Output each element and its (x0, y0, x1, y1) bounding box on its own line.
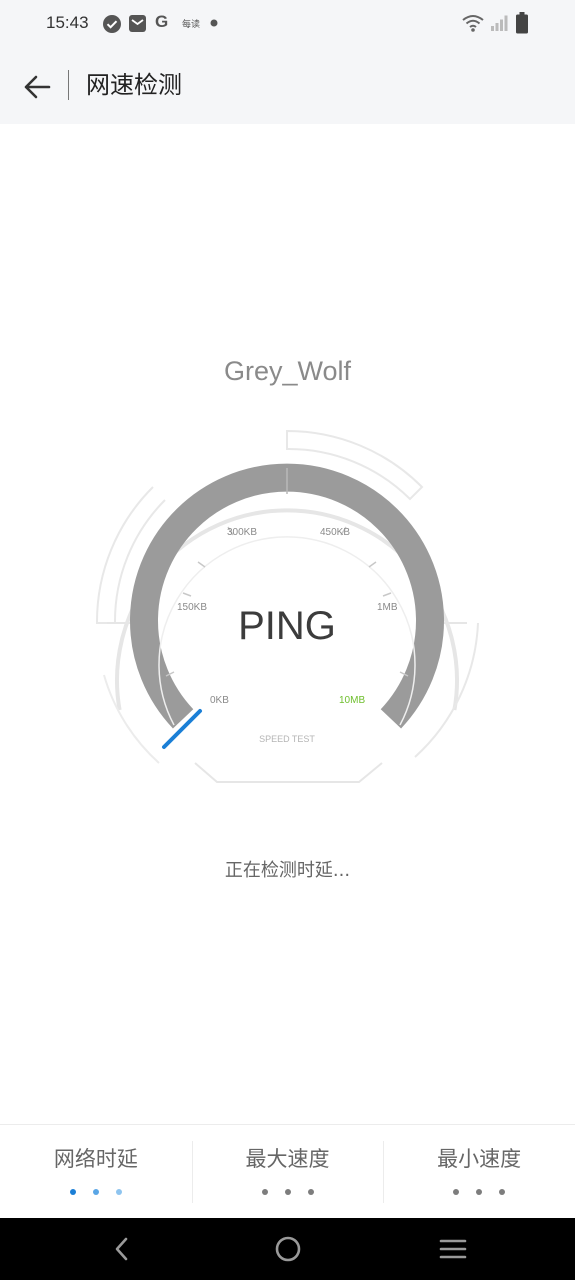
progress-dot (453, 1189, 460, 1195)
gauge-caption: SPEED TEST (259, 734, 315, 744)
progress-dot (284, 1189, 291, 1195)
recents-nav-icon (439, 1239, 467, 1259)
tick-label-450kb: 450KB (320, 527, 350, 538)
tick-label-10mb: 10MB (339, 695, 365, 706)
title-divider (68, 70, 69, 100)
progress-dot (499, 1189, 506, 1195)
status-bar: 15:43 G 每读 (0, 0, 575, 50)
speed-gauge: 0KB 150KB 300KB 450KB 1MB 10MB PING SPEE… (95, 429, 479, 783)
tab-progress-dots (0, 1189, 192, 1195)
tick-label-0kb: 0KB (210, 695, 229, 706)
home-nav-icon (275, 1236, 301, 1262)
back-nav-icon (115, 1237, 128, 1261)
tab-label: 最大速度 (245, 1147, 330, 1171)
nav-back-button[interactable] (97, 1230, 147, 1268)
progress-dot (307, 1189, 314, 1195)
status-time: 15:43 (46, 13, 89, 32)
network-name: Grey_Wolf (223, 356, 352, 386)
mail-icon (129, 15, 146, 32)
tab-label: 网络时延 (53, 1147, 138, 1171)
progress-dot (261, 1189, 268, 1195)
progress-dot (476, 1189, 483, 1195)
tick-label-300kb: 300KB (227, 527, 257, 538)
app-bar: 网速检测 (0, 50, 575, 124)
bottom-tabs: 网络时延 最大速度 最小速度 (0, 1124, 575, 1218)
wifi-icon (462, 15, 484, 32)
gauge-bottom-frame (194, 762, 383, 783)
arrow-left-icon (24, 75, 51, 99)
tick-label-150kb: 150KB (177, 602, 207, 613)
tab-min-speed[interactable]: 最小速度 (383, 1125, 575, 1218)
tab-progress-dots (192, 1189, 384, 1195)
progress-dot (69, 1189, 76, 1195)
tab-progress-dots (383, 1189, 575, 1195)
progress-dot (115, 1189, 122, 1195)
page-title: 网速检测 (86, 71, 182, 99)
tab-max-speed[interactable]: 最大速度 (191, 1125, 384, 1218)
tab-label: 最小速度 (437, 1147, 522, 1171)
nav-home-button[interactable] (263, 1230, 313, 1268)
test-status-text: 正在检测时延... (224, 860, 351, 881)
system-nav-bar (0, 1218, 575, 1280)
nav-recents-button[interactable] (428, 1230, 478, 1268)
google-icon: G (155, 12, 169, 31)
progress-dot (92, 1189, 99, 1195)
tab-latency[interactable]: 网络时延 (0, 1125, 192, 1218)
back-button[interactable] (14, 64, 60, 110)
dot-icon (210, 19, 218, 27)
signal-icon (491, 15, 508, 31)
app-badge-icon: 每读 (182, 20, 201, 30)
gauge-center-label: PING (238, 604, 336, 648)
tick-label-1mb: 1MB (377, 602, 398, 613)
gauge-main-arc (130, 463, 444, 729)
battery-icon (516, 12, 528, 34)
check-circle-icon (103, 15, 121, 33)
